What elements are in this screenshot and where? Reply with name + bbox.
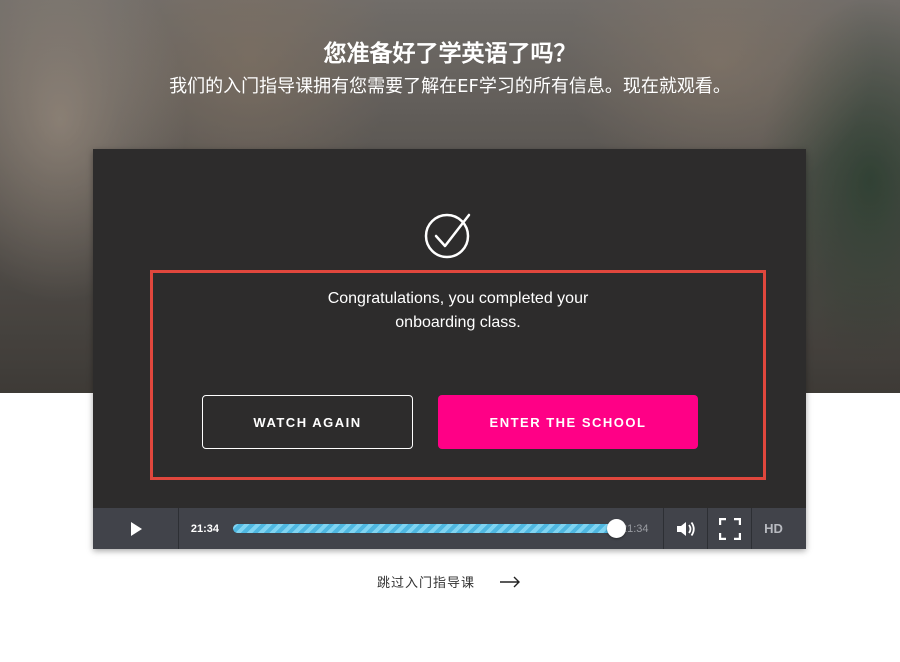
enter-school-button[interactable]: ENTER THE SCHOOL [438, 395, 698, 449]
volume-icon [676, 521, 695, 536]
skip-onboarding-label: 跳过入门指导课 [377, 576, 476, 591]
progress-bar[interactable] [233, 508, 633, 549]
arrow-right-icon [500, 576, 521, 587]
completion-message-line2: onboarding class. [395, 314, 521, 331]
progress-handle[interactable] [606, 519, 626, 538]
fullscreen-button[interactable] [707, 508, 751, 549]
page-headline: 您准备好了学英语了吗？ [323, 41, 577, 67]
checkmark-circle-icon [424, 213, 471, 259]
page-subheadline: 我们的入门指导课拥有您需要了解在EF学习的所有信息。现在就观看。 [169, 76, 731, 97]
play-button[interactable] [93, 508, 179, 549]
progress-track [233, 524, 617, 533]
video-player: Congratulations, you completed your onbo… [93, 149, 806, 549]
volume-button[interactable] [663, 508, 707, 549]
watch-again-button[interactable]: WATCH AGAIN [202, 395, 413, 449]
current-time: 21:34 [190, 522, 219, 535]
skip-onboarding-link[interactable]: 跳过入门指导课 [377, 572, 521, 591]
completion-message-line1: Congratulations, you completed your [327, 290, 589, 307]
play-icon [130, 521, 142, 536]
fullscreen-icon [718, 517, 741, 540]
completion-message: Congratulations, you completed your onbo… [153, 287, 763, 335]
quality-button[interactable]: HD [751, 508, 795, 549]
player-control-bar: 21:34 21:34 HD [93, 508, 806, 549]
completion-panel: Congratulations, you completed your onbo… [150, 270, 766, 480]
